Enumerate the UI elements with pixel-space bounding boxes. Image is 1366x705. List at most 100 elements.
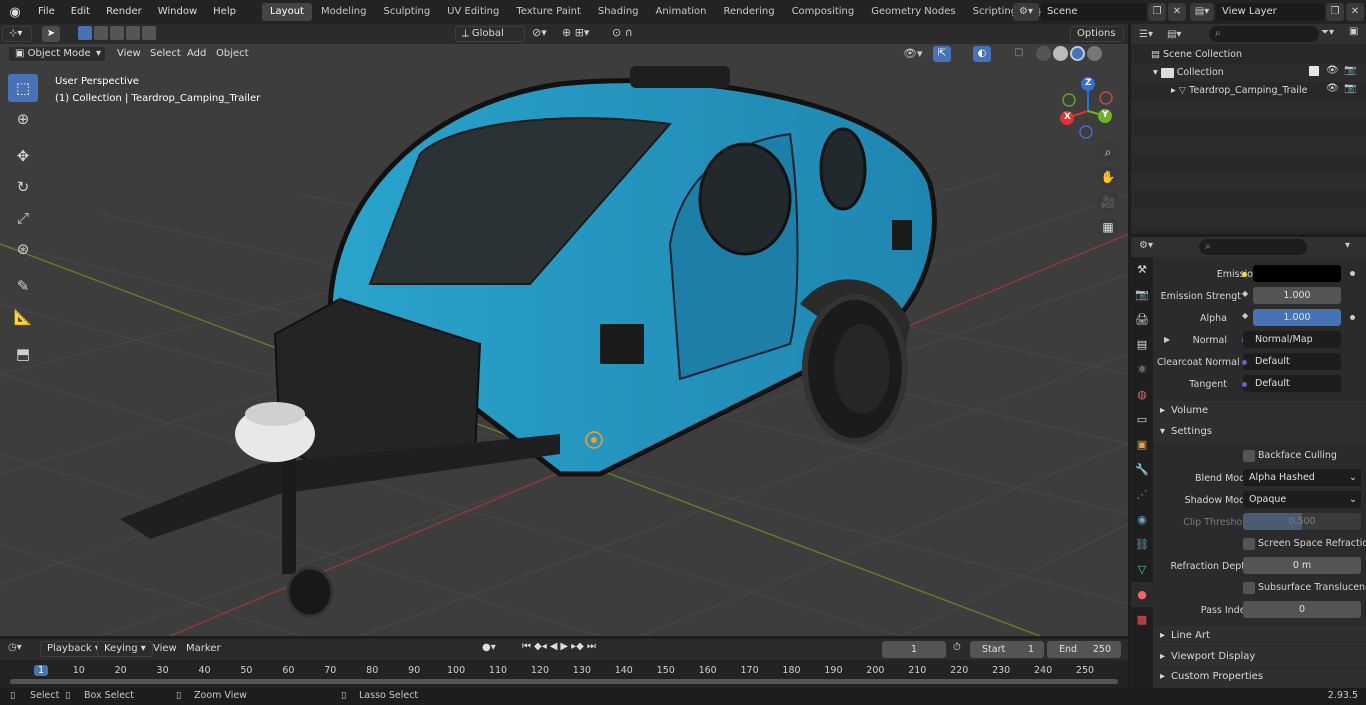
- modifier-tab-icon[interactable]: 🔧: [1131, 457, 1153, 482]
- options-dropdown[interactable]: Options ▾: [1070, 26, 1124, 53]
- viewport-display-panel[interactable]: ▸ Viewport Display: [1153, 647, 1366, 667]
- object-tab-icon[interactable]: ▣: [1131, 432, 1153, 457]
- eye-icon[interactable]: 👁: [1326, 65, 1339, 76]
- object-eye-icon[interactable]: 👁: [1326, 83, 1339, 94]
- wireframe-shading-icon[interactable]: [1036, 46, 1051, 61]
- properties-editor-icon[interactable]: ⚙▾: [1139, 240, 1153, 251]
- rotate-tool-icon[interactable]: ↻: [8, 173, 38, 201]
- cursor-tool-icon[interactable]: ⊕: [8, 105, 38, 133]
- visibility-icon[interactable]: 👁▾: [903, 47, 923, 60]
- settings-panel[interactable]: ▾ Settings: [1153, 422, 1366, 442]
- properties-options-icon[interactable]: ▾: [1345, 240, 1350, 251]
- measure-tool-icon[interactable]: 📐: [8, 303, 38, 331]
- transform-tool-icon[interactable]: ⊛: [8, 235, 38, 263]
- particles-tab-icon[interactable]: ⋰: [1131, 482, 1153, 507]
- alpha-field[interactable]: 1.000: [1253, 309, 1341, 326]
- constraints-tab-icon[interactable]: ⛓: [1131, 532, 1153, 557]
- world-tab-icon[interactable]: ◍: [1131, 382, 1153, 407]
- tab-compositing[interactable]: Compositing: [784, 3, 863, 21]
- select-tool-icon[interactable]: ➤: [42, 26, 60, 42]
- alpha-keyframe-icon[interactable]: [1350, 315, 1355, 320]
- menu-file[interactable]: File: [30, 0, 63, 24]
- tab-rendering[interactable]: Rendering: [715, 3, 782, 21]
- mode-dropdown[interactable]: ▣ Object Mode ▾: [8, 46, 106, 62]
- select-box-tool-icon[interactable]: ⬚: [8, 74, 38, 102]
- zoom-icon[interactable]: ⌕: [1097, 141, 1119, 163]
- snap-icon[interactable]: ⊕ ⊞▾: [562, 26, 589, 39]
- tangent-field[interactable]: Default: [1243, 375, 1341, 392]
- collection-tab-icon[interactable]: ▭: [1131, 407, 1153, 432]
- timeline-scrollbar[interactable]: [10, 679, 1118, 684]
- menu-help[interactable]: Help: [205, 0, 244, 24]
- new-collection-icon[interactable]: ▣: [1349, 26, 1358, 37]
- viewport-menu-add[interactable]: Add: [187, 48, 206, 59]
- camera-view-icon[interactable]: 🎥: [1097, 191, 1119, 213]
- exclude-checkbox[interactable]: [1309, 66, 1319, 76]
- tab-geometry-nodes[interactable]: Geometry Nodes: [863, 3, 963, 21]
- shadow-mode-dropdown[interactable]: Opaque ⌄: [1243, 491, 1361, 508]
- select-invert-icon[interactable]: [126, 26, 140, 40]
- transform-orientation-dropdown[interactable]: ⟂ Global: [455, 26, 525, 42]
- select-extend-icon[interactable]: [94, 26, 108, 40]
- outliner-editor-icon[interactable]: ☰▾: [1139, 29, 1153, 40]
- delete-scene-icon[interactable]: ✕: [1168, 3, 1186, 21]
- view-layer-tab-icon[interactable]: ▤: [1131, 332, 1153, 357]
- subsurface-translucency-checkbox[interactable]: [1243, 582, 1255, 594]
- blender-logo-icon[interactable]: ◉: [0, 5, 30, 20]
- select-subtract-icon[interactable]: [110, 26, 124, 40]
- emission-keyframe-icon[interactable]: [1350, 271, 1355, 276]
- view-layer-field[interactable]: View Layer: [1216, 3, 1324, 21]
- solid-shading-icon[interactable]: [1053, 46, 1068, 61]
- viewport-menu-object[interactable]: Object: [216, 48, 249, 59]
- render-tab-icon[interactable]: 📷: [1131, 282, 1153, 307]
- gizmo-toggle-icon[interactable]: ⇱: [933, 46, 951, 62]
- overlays-toggle-icon[interactable]: ◐: [973, 46, 991, 62]
- move-tool-icon[interactable]: ✥: [8, 142, 38, 170]
- line-art-panel[interactable]: ▸ Line Art: [1153, 626, 1366, 646]
- emission-strength-field[interactable]: 1.000: [1253, 287, 1341, 304]
- tab-shading[interactable]: Shading: [590, 3, 647, 21]
- 3d-viewport[interactable]: User Perspective (1) Collection | Teardr…: [0, 44, 1128, 636]
- backface-culling-checkbox[interactable]: [1243, 450, 1255, 462]
- tab-uv-editing[interactable]: UV Editing: [439, 3, 507, 21]
- proportional-edit-icon[interactable]: ⊙ ∩: [612, 26, 633, 39]
- pivot-point-icon[interactable]: ⊘▾: [532, 26, 547, 39]
- expand-collection-icon[interactable]: ▾: [1153, 67, 1161, 78]
- annotate-tool-icon[interactable]: ✎: [8, 272, 38, 300]
- filter-icon[interactable]: ⏷▾: [1321, 27, 1334, 38]
- pan-hand-icon[interactable]: ✋: [1097, 166, 1119, 188]
- volume-panel[interactable]: ▸ Volume: [1153, 401, 1366, 421]
- output-tab-icon[interactable]: 🖨: [1131, 307, 1153, 332]
- select-new-icon[interactable]: [78, 26, 92, 40]
- tab-modeling[interactable]: Modeling: [313, 3, 375, 21]
- custom-properties-panel[interactable]: ▸ Custom Properties: [1153, 668, 1366, 688]
- properties-search-input[interactable]: ⌕: [1199, 239, 1307, 255]
- expand-normal-icon[interactable]: ▶: [1164, 335, 1170, 344]
- viewport-menu-view[interactable]: View: [117, 48, 141, 59]
- blend-mode-dropdown[interactable]: Alpha Hashed ⌄: [1243, 469, 1361, 486]
- screen-space-refraction-checkbox[interactable]: [1243, 538, 1255, 550]
- menu-window[interactable]: Window: [150, 0, 205, 24]
- expand-object-icon[interactable]: ▸: [1171, 85, 1179, 96]
- camera-icon[interactable]: 📷: [1344, 65, 1356, 76]
- editor-type-icon[interactable]: ⊹▾: [2, 26, 32, 42]
- tab-sculpting[interactable]: Sculpting: [375, 3, 438, 21]
- scale-tool-icon[interactable]: ⤢: [8, 204, 38, 232]
- display-mode-icon[interactable]: ▤▾: [1167, 29, 1181, 40]
- tab-texture-paint[interactable]: Texture Paint: [508, 3, 589, 21]
- emission-color-field[interactable]: [1253, 265, 1341, 282]
- view-layer-selector-icon[interactable]: ▤▾: [1190, 3, 1214, 21]
- rendered-shading-icon[interactable]: [1087, 46, 1102, 61]
- menu-edit[interactable]: Edit: [63, 0, 98, 24]
- tool-tab-icon[interactable]: ⚒: [1131, 257, 1153, 282]
- viewport-menu-select[interactable]: Select: [150, 48, 181, 59]
- pass-index-field[interactable]: 0: [1243, 601, 1361, 618]
- tab-layout[interactable]: Layout: [261, 3, 312, 21]
- select-intersect-icon[interactable]: [142, 26, 156, 40]
- outliner-search-input[interactable]: ⌕: [1209, 26, 1319, 42]
- scene-field[interactable]: Scene: [1041, 3, 1146, 21]
- tab-animation[interactable]: Animation: [648, 3, 715, 21]
- object-row[interactable]: ▸ ▽ Teardrop_Camping_Traile: [1171, 82, 1326, 100]
- material-preview-icon[interactable]: [1070, 46, 1085, 61]
- new-view-layer-icon[interactable]: ❐: [1326, 3, 1344, 21]
